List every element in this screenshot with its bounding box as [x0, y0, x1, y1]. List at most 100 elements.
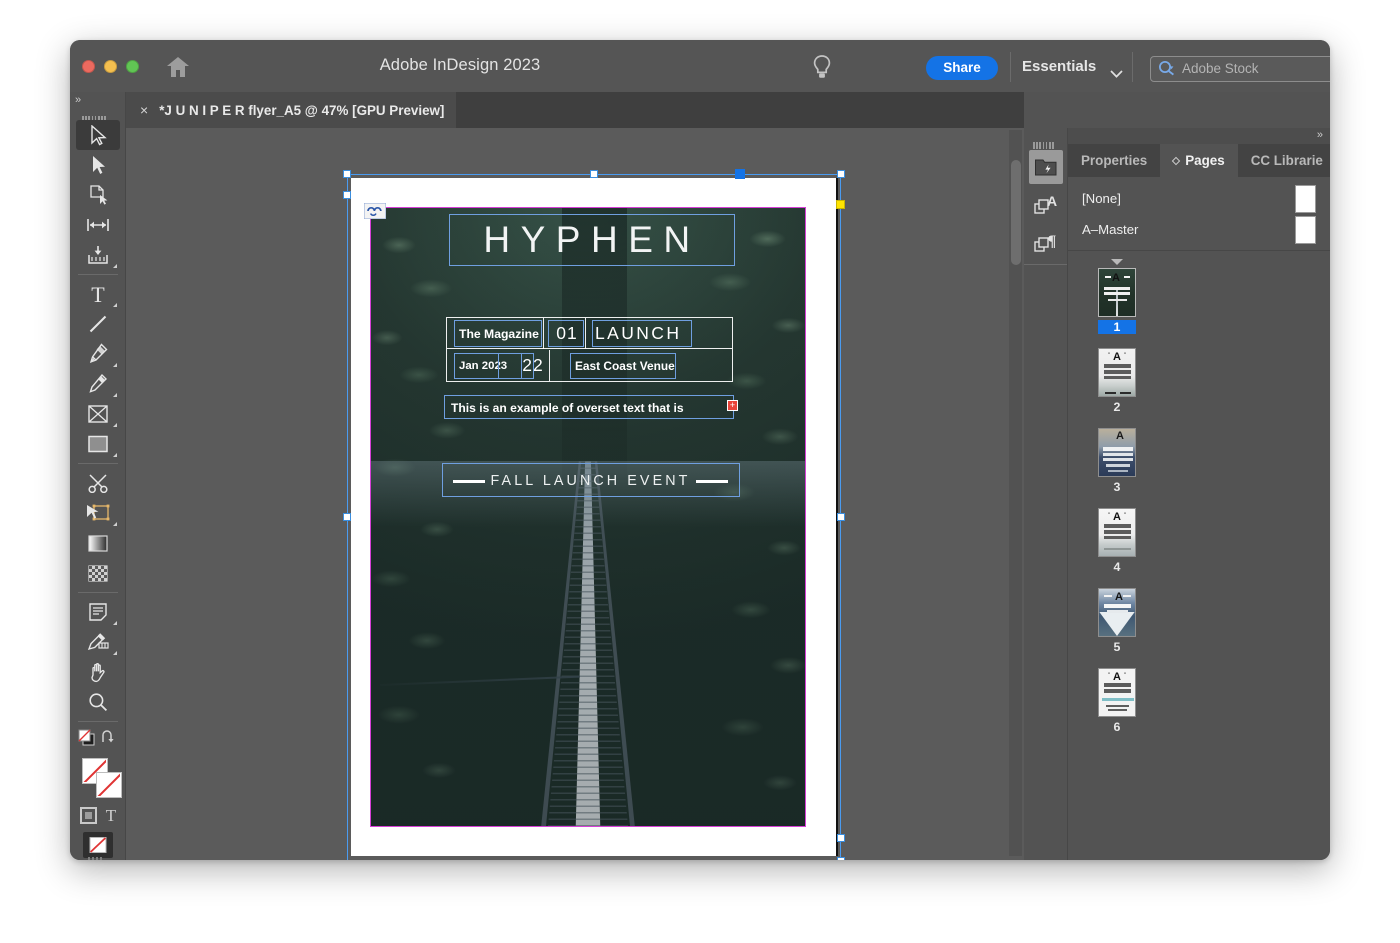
share-button[interactable]: Share — [926, 56, 998, 80]
rectangle-tool[interactable] — [76, 429, 120, 459]
frame-tool[interactable] — [76, 399, 120, 429]
gradient-feather-tool[interactable] — [76, 558, 120, 588]
tools-panel: » — [70, 92, 126, 860]
tool-flyout-caret[interactable] — [113, 393, 117, 397]
document-canvas[interactable]: HYPHEN The Magazine 01 LAUNCH Jan 2023 — [126, 128, 1024, 860]
dock-icon-list: A ¶ — [1024, 150, 1067, 260]
master-row-a[interactable]: A–Master — [1068, 213, 1330, 246]
tab-pages[interactable]: Pages — [1160, 144, 1237, 177]
tool-flyout-caret[interactable] — [113, 264, 117, 268]
gap-tool[interactable] — [76, 210, 120, 240]
overset-text-plus-icon[interactable]: + — [727, 400, 738, 411]
pencil-tool[interactable] — [76, 369, 120, 399]
tool-flyout-caret[interactable] — [113, 651, 117, 655]
swap-fill-stroke-icon[interactable] — [101, 730, 116, 750]
flyer-grid-r1c2: 01 — [550, 320, 584, 346]
note-tool[interactable] — [76, 597, 120, 627]
page-item-2[interactable]: A " " 2 — [1068, 348, 1330, 428]
lightbulb-icon[interactable] — [810, 54, 834, 80]
selection-handle-bottom2[interactable] — [837, 857, 845, 860]
selection-tool[interactable] — [76, 120, 120, 150]
selection-handle-mr[interactable] — [837, 513, 845, 521]
tool-flyout-caret[interactable] — [113, 621, 117, 625]
page-thumbnail-1[interactable]: A — [1098, 268, 1136, 317]
corner-radius-handle[interactable] — [836, 200, 845, 209]
page-label-4: 4 — [1098, 560, 1136, 574]
document-tab[interactable]: × *J U N I P E R flyer_A5 @ 47% [GPU Pre… — [126, 92, 456, 128]
character-styles-dock-icon[interactable]: A — [1029, 188, 1063, 222]
free-transform-tool[interactable] — [76, 498, 120, 528]
content-collector-tool[interactable] — [76, 240, 120, 270]
svg-text:T: T — [91, 283, 105, 305]
zoom-tool[interactable] — [76, 687, 120, 717]
pages-tab-diamond-icon — [1172, 156, 1180, 164]
selection-handle-tc[interactable] — [590, 170, 598, 178]
placed-image-frame[interactable]: HYPHEN The Magazine 01 LAUNCH Jan 2023 — [371, 208, 805, 826]
tool-flyout-caret[interactable] — [113, 453, 117, 457]
page-thumbnail-2[interactable]: A " " — [1098, 348, 1136, 397]
selection-handle-tl[interactable] — [343, 170, 351, 178]
tab-pages-label: Pages — [1185, 153, 1224, 168]
cc-libraries-dock-icon[interactable] — [1029, 150, 1063, 184]
close-icon[interactable]: × — [140, 103, 148, 117]
master-a-thumbnail[interactable] — [1295, 216, 1316, 244]
tab-cc-libraries[interactable]: CC Librarie — [1238, 144, 1330, 177]
page-thumbnail-5[interactable]: A — [1098, 588, 1136, 637]
event-dash-right — [696, 480, 728, 483]
page-item-1[interactable]: A 1 — [1068, 268, 1330, 348]
hand-tool[interactable] — [76, 657, 120, 687]
line-tool[interactable] — [76, 309, 120, 339]
scissors-tool[interactable] — [76, 468, 120, 498]
selection-handle-br[interactable] — [837, 834, 845, 842]
canvas-vertical-scrollbar[interactable] — [1009, 130, 1022, 856]
paragraph-styles-dock-icon[interactable]: ¶ — [1029, 226, 1063, 260]
page-item-6[interactable]: A " " 6 — [1068, 668, 1330, 748]
tool-divider — [78, 721, 118, 722]
page-thumbnail-6[interactable]: A " " — [1098, 668, 1136, 717]
formatting-targets: T — [70, 802, 126, 828]
format-affects-container-icon[interactable] — [80, 807, 97, 824]
direct-selection-tool[interactable] — [76, 150, 120, 180]
tool-flyout-caret[interactable] — [113, 522, 117, 526]
overset-text: This is an example of overset text that … — [451, 401, 684, 415]
page-thumbnail-4[interactable]: A " " — [1098, 508, 1136, 557]
tools-bottom-grip[interactable] — [88, 850, 110, 856]
app-title: Adobe InDesign 2023 — [70, 56, 850, 75]
page-4-preview: A " " — [1099, 509, 1135, 556]
default-fill-stroke-icon[interactable] — [77, 728, 97, 753]
pen-tool[interactable] — [76, 339, 120, 369]
page-thumbnail-3[interactable]: A — [1098, 428, 1136, 477]
page-item-4[interactable]: A " " 4 — [1068, 508, 1330, 588]
selection-handle-tr[interactable] — [837, 170, 845, 178]
tool-flyout-caret[interactable] — [113, 423, 117, 427]
master-row-none[interactable]: [None] — [1068, 182, 1330, 215]
format-affects-text-icon[interactable]: T — [106, 807, 116, 824]
panel-tab-bar: Properties Pages CC Librarie — [1068, 144, 1330, 177]
tools-collapse-button[interactable]: » — [75, 94, 80, 106]
tab-properties[interactable]: Properties — [1068, 144, 1160, 177]
master-none-thumbnail[interactable] — [1295, 185, 1316, 213]
type-tool[interactable]: T — [76, 279, 120, 309]
page-tool[interactable] — [76, 180, 120, 210]
selection-handle-active[interactable] — [735, 169, 745, 179]
linked-content-badge-icon[interactable] — [364, 203, 386, 219]
info-grid-vline-2 — [585, 318, 586, 349]
selection-handle-upper-left2[interactable] — [343, 191, 351, 199]
stroke-swatch-none[interactable] — [96, 772, 122, 798]
tool-flyout-caret[interactable] — [113, 363, 117, 367]
chevron-down-icon[interactable] — [1110, 65, 1123, 83]
tools-drag-grip[interactable] — [82, 110, 108, 117]
workspace-switcher-label[interactable]: Essentials — [1022, 58, 1096, 75]
dock-drag-grip[interactable] — [1033, 136, 1057, 143]
page-item-3[interactable]: A 3 — [1068, 428, 1330, 508]
gradient-swatch-tool[interactable] — [76, 528, 120, 558]
page-label-1: 1 — [1098, 320, 1136, 334]
canvas-scrollbar-thumb[interactable] — [1011, 160, 1021, 265]
document-tab-label: *J U N I P E R flyer_A5 @ 47% [GPU Previ… — [159, 103, 444, 118]
tool-flyout-caret[interactable] — [113, 303, 117, 307]
eyedropper-tool[interactable] — [76, 627, 120, 657]
selection-handle-ml[interactable] — [343, 513, 351, 521]
page-item-5[interactable]: A 5 — [1068, 588, 1330, 668]
dock-expand-button[interactable]: » — [1317, 129, 1322, 141]
overset-text-row: This is an example of overset text that … — [451, 399, 731, 416]
